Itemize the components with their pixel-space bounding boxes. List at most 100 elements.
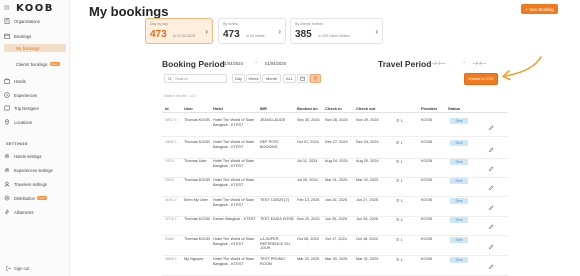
stat-label: Day by day	[150, 22, 168, 26]
search-input[interactable]: Search	[164, 74, 227, 83]
chevron-right-icon: ›	[375, 27, 378, 36]
cell-booked-on: Jul 11, 2024	[297, 159, 318, 163]
pax-count: 1	[400, 178, 403, 183]
column-header-user[interactable]: User	[184, 106, 193, 111]
sidebar-item-hotels[interactable]: Hotels	[4, 77, 66, 85]
edit-icon[interactable]	[488, 198, 494, 211]
sidebar-item-trip-designer[interactable]: Trip Designer	[4, 104, 66, 112]
cell-hotel: Hotel The World of Siam Bangkok - KTEST	[213, 140, 255, 149]
cell-provider: KOOB	[421, 198, 432, 202]
table-row[interactable]: 50485 Thomas KOOB Hotel The World of Siam …	[162, 234, 508, 256]
cell-booked-on: Mar 20, 2025	[297, 257, 320, 261]
cell-check-out: Oct 18, 2024	[356, 237, 378, 241]
pax-count: 1	[400, 237, 403, 242]
gear-icon	[4, 167, 10, 173]
edit-icon[interactable]	[488, 178, 494, 191]
table-row[interactable]: 20294 Thomas KOOB Hotel The World of Siam …	[162, 175, 508, 197]
travel-period-to-input[interactable]: --/--/----	[473, 59, 486, 67]
cell-hotel: Hotel The World of Siam Bangkok - KTEST	[213, 257, 255, 266]
stat-number: 473	[150, 29, 167, 40]
sidebar-item-my-bookings[interactable]: My bookings	[4, 44, 66, 52]
cell-provider: KOOB	[421, 159, 432, 163]
sidebar-item-label: Hotels	[14, 78, 26, 84]
settings-section-label: SETTINGS	[6, 141, 28, 146]
edit-icon[interactable]	[488, 257, 494, 270]
cell-user: Thomas KOOB	[184, 178, 210, 182]
column-header-provider[interactable]: Provider	[421, 106, 437, 111]
cell-booked-on: Nov 20, 2024	[297, 217, 320, 221]
table-row[interactable]: 16917 6 Thomas KOOB Hotel The World of Sia…	[162, 115, 508, 137]
booking-period-to-input[interactable]: 01/04/2025	[265, 59, 286, 67]
sidebar-item-experiences[interactable]: Experiences	[4, 91, 66, 99]
sidebar-item-hotels-settings[interactable]: Hotels settings	[4, 152, 66, 160]
sidebar-item-organizations[interactable]: Organizations	[4, 17, 66, 25]
status-badge: Sent	[450, 217, 468, 223]
stat-card-by-hotels[interactable]: By hotels 473 In 50 hotels ›	[218, 18, 286, 44]
results-count: Search results = 113	[164, 94, 196, 98]
month-button[interactable]: Month	[262, 74, 281, 83]
search-icon	[168, 76, 172, 81]
edit-icon[interactable]	[488, 237, 494, 250]
cell-check-out: Mar 02, 2025	[356, 178, 379, 182]
cell-check-out: Nov 29, 2024	[356, 118, 379, 122]
column-header-status[interactable]: Status	[448, 106, 460, 111]
sidebar-item-locations[interactable]: Locations	[4, 118, 66, 126]
cell-check-out: Jun 28, 2025	[356, 217, 378, 221]
cell-ibr: REF POST BOOKING	[260, 140, 279, 149]
phone-icon: ✆	[396, 257, 400, 262]
column-header-booked-on[interactable]: Booked on	[297, 106, 318, 111]
stat-card-by-clients-folders[interactable]: By clients' folders 385 In 339 Client fo…	[290, 18, 383, 44]
edit-icon[interactable]	[488, 217, 494, 230]
column-header-hotel[interactable]: Hotel	[213, 106, 223, 111]
cell-check-in: Aug 24, 2024	[325, 159, 348, 163]
pax-count: 2	[400, 217, 403, 222]
cell-ibr: TEST 130025 [2]	[260, 198, 289, 202]
sidebar-item-label: Travelers settings	[14, 181, 47, 187]
signout-icon	[6, 266, 11, 271]
phone-icon: ✆	[396, 159, 400, 164]
booking-period-from-input[interactable]: 01/04/2024	[222, 59, 243, 67]
cell-hotel: Hotel The World of Siam Bangkok - KTEST	[213, 178, 255, 187]
sidebar-item-travelers-settings[interactable]: Travelers settings	[4, 180, 66, 188]
cell-check-in: Jun 26, 2025	[325, 217, 347, 221]
sidebar-toggle-icon[interactable]: ▤	[4, 4, 10, 11]
travel-period-title: Travel Period	[378, 59, 432, 69]
edit-icon[interactable]	[488, 118, 494, 131]
stat-card-day-by-day[interactable]: Day by day 473 In 01.04.2025 ›	[145, 18, 213, 44]
cell-provider: KOOB	[421, 217, 432, 221]
column-header-check-in[interactable]: Check in	[325, 106, 342, 111]
chevron-right-icon: ›	[205, 27, 208, 36]
sidebar-item-allotments[interactable]: Allotments	[4, 208, 66, 216]
day-button[interactable]: Day	[232, 74, 245, 83]
all-button[interactable]: ALL	[283, 74, 296, 83]
column-header-ibr[interactable]: IBR	[260, 106, 267, 111]
signout-button[interactable]: Sign out	[6, 266, 29, 271]
sidebar-item-label: Hotels settings	[14, 153, 42, 159]
edit-icon[interactable]	[488, 140, 494, 153]
arrow-right-icon: →	[461, 59, 466, 65]
table-row[interactable]: 56908 9 My Nguyen Hotel The World of Siam …	[162, 254, 508, 276]
edit-icon[interactable]	[488, 159, 494, 172]
sidebar-item-bookings[interactable]: Bookings	[4, 32, 66, 40]
new-booking-button[interactable]: + New Booking	[521, 4, 558, 14]
export-csv-button[interactable]: Extract to CSV	[464, 73, 498, 85]
column-header-id[interactable]: id	[165, 106, 169, 111]
cell-pax: ✆ 1	[396, 178, 403, 183]
filter-button[interactable]	[310, 74, 321, 83]
phone-icon: ✆	[396, 118, 400, 123]
sidebar-item-experiences-settings[interactable]: Experiences settings	[4, 166, 66, 174]
column-header-check-out[interactable]: Check out	[356, 106, 375, 111]
sidebar-item-clients-bookings[interactable]: Clients' bookings NEW	[4, 60, 66, 68]
pax-count: 1	[400, 140, 403, 145]
lightning-icon	[4, 209, 10, 215]
table-row[interactable]: 42719 2 Thomas KOOB Dream Bangkok - KTEST T…	[162, 214, 508, 236]
cell-check-out: Aug 25, 2024	[356, 159, 379, 163]
week-button[interactable]: Week	[246, 74, 261, 83]
stat-sub: In 50 hotels	[246, 34, 265, 38]
cell-pax: ✆ 1	[396, 237, 403, 242]
calendar-button[interactable]	[297, 74, 308, 83]
travel-period-from-input[interactable]: --/--/----	[432, 59, 445, 67]
arrow-right-icon: →	[253, 59, 258, 65]
table-header: id User Hotel IBR Booked on Check in Che…	[162, 104, 508, 113]
sidebar-item-distribution[interactable]: Distribution NEW	[4, 194, 66, 202]
